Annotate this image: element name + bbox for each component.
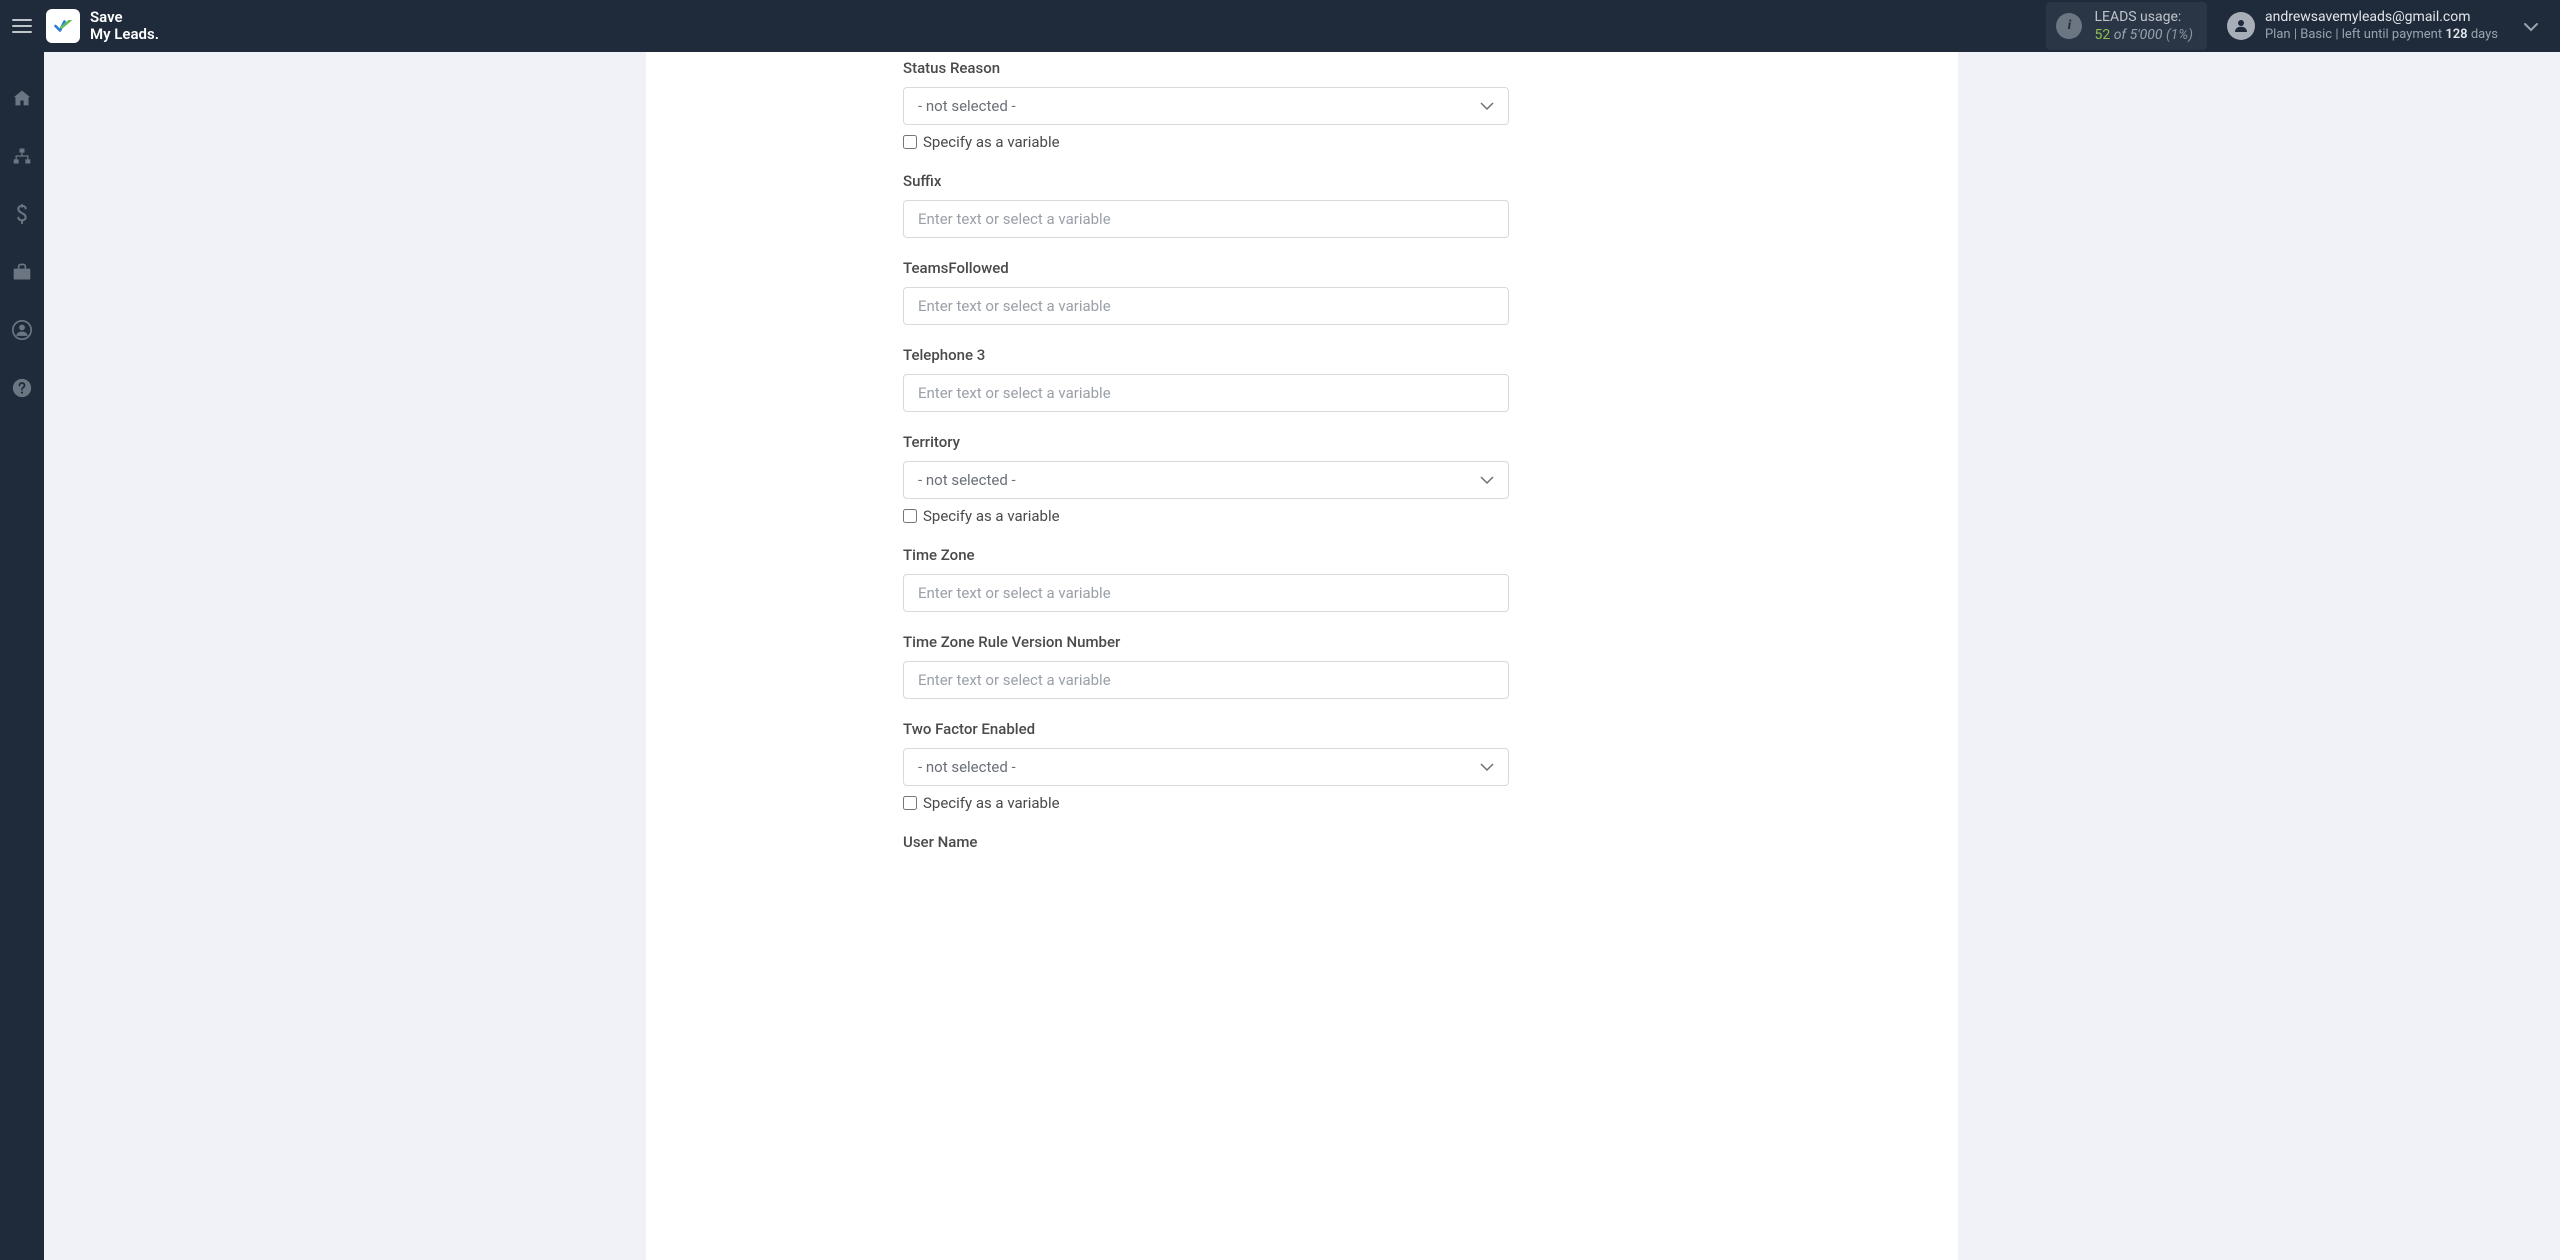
field-status-reason: Status Reason - not selected - Specify a… (903, 59, 1701, 151)
sidebar-item-help[interactable] (0, 370, 44, 406)
checkbox-status-reason-variable[interactable]: Specify as a variable (903, 133, 1701, 151)
checkmark-icon (53, 20, 73, 32)
sidebar-item-billing[interactable] (0, 196, 44, 232)
input-tz-rule-version[interactable] (903, 661, 1509, 699)
input-time-zone[interactable] (903, 574, 1509, 612)
usage-count: 52 (2094, 27, 2110, 43)
input-suffix[interactable] (903, 200, 1509, 238)
usage-widget[interactable]: i LEADS usage: 52 of 5'000 (1%) (2046, 2, 2207, 50)
plan-days: 128 (2445, 27, 2467, 42)
checkbox-territory-variable[interactable]: Specify as a variable (903, 507, 1701, 525)
account-email: andrewsavemyleads@gmail.com (2265, 9, 2498, 27)
briefcase-icon (12, 263, 32, 281)
label-telephone-3: Telephone 3 (903, 346, 1701, 364)
label-teams-followed: TeamsFollowed (903, 259, 1701, 277)
field-telephone-3: Telephone 3 (903, 346, 1701, 412)
content-panel: Status Reason - not selected - Specify a… (646, 52, 1958, 1260)
content-wrap: Status Reason - not selected - Specify a… (44, 52, 2560, 1260)
account-widget[interactable]: andrewsavemyleads@gmail.com Plan | Basic… (2227, 9, 2498, 43)
sidebar-item-home[interactable] (0, 80, 44, 116)
checkbox-label: Specify as a variable (923, 133, 1060, 151)
sidebar-item-connections[interactable] (0, 138, 44, 174)
select-value: - not selected - (918, 97, 1016, 115)
brand-line2: My Leads. (90, 26, 159, 43)
chevron-down-icon (1480, 758, 1494, 776)
chevron-down-icon (1480, 97, 1494, 115)
user-circle-icon (12, 320, 32, 340)
plan-prefix: Plan | (2265, 27, 2297, 42)
select-value: - not selected - (918, 758, 1016, 776)
info-icon: i (2056, 13, 2082, 39)
input-teams-followed[interactable] (903, 287, 1509, 325)
header: Save My Leads. i LEADS usage: 52 of 5'00… (0, 0, 2560, 52)
checkbox-label: Specify as a variable (923, 507, 1060, 525)
field-time-zone: Time Zone (903, 546, 1701, 612)
select-two-factor[interactable]: - not selected - (903, 748, 1509, 786)
chevron-down-icon (2524, 22, 2538, 32)
select-value: - not selected - (918, 471, 1016, 489)
menu-button[interactable] (8, 12, 36, 40)
input-telephone-3[interactable] (903, 374, 1509, 412)
hierarchy-icon (12, 147, 32, 165)
label-user-name: User Name (903, 833, 1701, 851)
label-suffix: Suffix (903, 172, 1701, 190)
field-suffix: Suffix (903, 172, 1701, 238)
label-territory: Territory (903, 433, 1701, 451)
field-territory: Territory - not selected - Specify as a … (903, 433, 1701, 525)
field-user-name: User Name (903, 833, 1701, 851)
header-right: i LEADS usage: 52 of 5'000 (1%) andrewsa… (2046, 2, 2544, 50)
plan-days-label: days (2471, 27, 2498, 42)
usage-percent: (1%) (2166, 27, 2193, 43)
logo[interactable] (46, 9, 80, 43)
header-left: Save My Leads. (8, 9, 159, 44)
label-two-factor: Two Factor Enabled (903, 720, 1701, 738)
sidebar-item-account[interactable] (0, 312, 44, 348)
sidebar (0, 52, 44, 1260)
sidebar-item-integrations[interactable] (0, 254, 44, 290)
label-tz-rule-version: Time Zone Rule Version Number (903, 633, 1701, 651)
plan-name: Basic (2300, 27, 2332, 42)
dollar-icon (15, 204, 29, 224)
usage-total: 5'000 (2130, 27, 2163, 43)
checkbox-two-factor-variable[interactable]: Specify as a variable (903, 794, 1701, 812)
label-status-reason: Status Reason (903, 59, 1701, 77)
select-territory[interactable]: - not selected - (903, 461, 1509, 499)
field-teams-followed: TeamsFollowed (903, 259, 1701, 325)
field-two-factor: Two Factor Enabled - not selected - Spec… (903, 720, 1701, 812)
home-icon (12, 89, 32, 107)
account-expand-button[interactable] (2518, 11, 2544, 42)
checkbox-input[interactable] (903, 509, 917, 523)
usage-values: 52 of 5'000 (1%) (2094, 26, 2193, 44)
account-plan: Plan | Basic | left until payment 128 da… (2265, 27, 2498, 43)
usage-of: of (2114, 27, 2126, 43)
chevron-down-icon (1480, 471, 1494, 489)
plan-mid: | left until payment (2335, 27, 2442, 42)
field-tz-rule-version: Time Zone Rule Version Number (903, 633, 1701, 699)
label-time-zone: Time Zone (903, 546, 1701, 564)
account-text: andrewsavemyleads@gmail.com Plan | Basic… (2265, 9, 2498, 43)
select-status-reason[interactable]: - not selected - (903, 87, 1509, 125)
checkbox-input[interactable] (903, 796, 917, 810)
usage-text: LEADS usage: 52 of 5'000 (1%) (2094, 8, 2193, 44)
user-icon (2232, 17, 2250, 35)
usage-label: LEADS usage: (2094, 8, 2193, 26)
question-icon (12, 378, 32, 398)
avatar-icon (2227, 12, 2255, 40)
checkbox-input[interactable] (903, 135, 917, 149)
brand-line1: Save (90, 9, 159, 26)
brand-name: Save My Leads. (90, 9, 159, 44)
checkbox-label: Specify as a variable (923, 794, 1060, 812)
